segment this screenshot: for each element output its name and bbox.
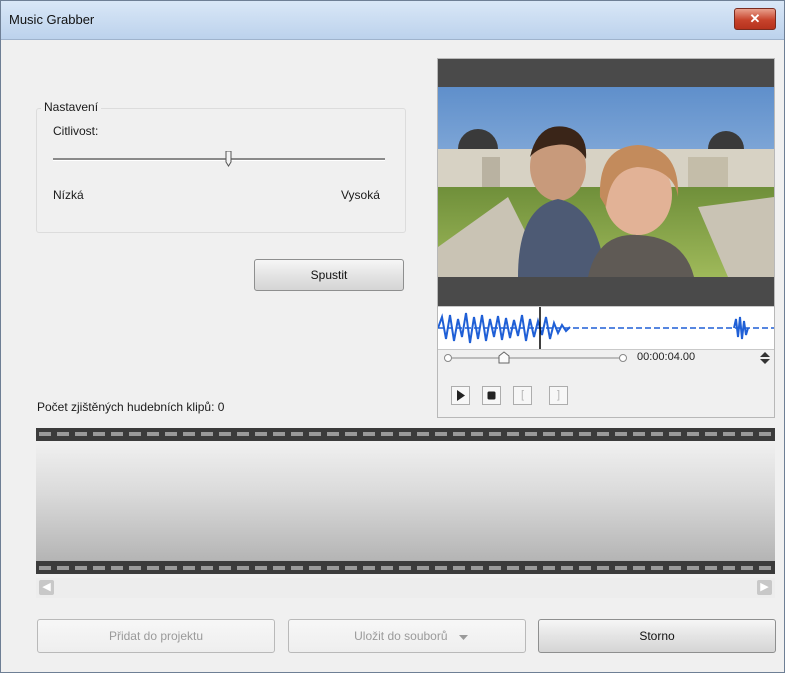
play-button[interactable]	[451, 386, 470, 405]
filmstrip-perforations-top	[36, 428, 775, 441]
clips-count-label: Počet zjištěných hudebních klipů: 0	[37, 400, 225, 414]
scroll-left-icon[interactable]: ◀	[39, 580, 54, 595]
filmstrip-scrollbar[interactable]: ◀ ▶	[36, 578, 775, 598]
timecode-spinner-icon[interactable]	[759, 351, 771, 365]
add-to-project-button[interactable]: Přidat do projektu	[37, 619, 275, 653]
high-label: Vysoká	[341, 188, 380, 202]
save-to-files-label: Uložit do souborů	[354, 629, 448, 643]
audio-waveform[interactable]	[437, 306, 774, 350]
video-frame-image	[438, 87, 774, 277]
stop-icon	[487, 391, 496, 400]
sensitivity-label: Citlivost:	[53, 124, 99, 138]
settings-group-title: Nastavení	[41, 100, 102, 114]
clip-filmstrip[interactable]	[36, 428, 775, 574]
music-grabber-window: Music Grabber ✕ Nastavení Citlivost: Níz…	[0, 0, 785, 673]
position-slider[interactable]	[444, 351, 634, 365]
start-button[interactable]: Spustit	[254, 259, 404, 291]
close-button[interactable]: ✕	[734, 8, 776, 30]
mark-in-button[interactable]: [	[513, 386, 532, 405]
sensitivity-slider[interactable]	[53, 158, 385, 161]
cancel-button[interactable]: Storno	[538, 619, 776, 653]
play-icon	[457, 390, 465, 401]
filmstrip-perforations-bottom	[36, 561, 775, 574]
title-bar: Music Grabber ✕	[1, 1, 784, 40]
mark-out-button[interactable]: ]	[549, 386, 568, 405]
sensitivity-slider-thumb[interactable]	[225, 151, 232, 167]
low-label: Nízká	[53, 188, 84, 202]
timecode-display: 00:00:04.00	[637, 351, 696, 363]
scroll-right-icon[interactable]: ▶	[757, 580, 772, 595]
save-to-files-button[interactable]: Uložit do souborů	[288, 619, 526, 653]
video-preview	[438, 59, 774, 306]
chevron-down-icon	[458, 635, 468, 640]
window-title: Music Grabber	[9, 12, 95, 27]
stop-button[interactable]	[482, 386, 501, 405]
